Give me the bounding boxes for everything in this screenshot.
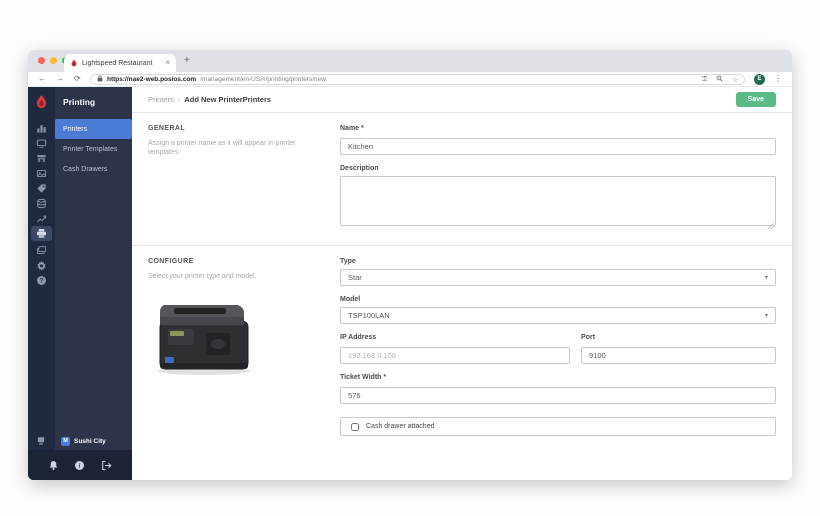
general-section-info: GENERAL Assign a printer name as it will… — [148, 125, 340, 231]
model-select[interactable]: TSP100LAN ▾ — [340, 307, 776, 324]
ticket-width-input[interactable] — [340, 387, 776, 404]
minimize-window-button[interactable] — [50, 57, 57, 64]
reports-bar-chart-icon[interactable] — [36, 123, 47, 134]
general-section-description: Assign a printer name as it will appear … — [148, 140, 296, 157]
sidebar-item-printer-templates[interactable]: Printer Templates — [55, 139, 132, 159]
terminal-icon — [36, 436, 46, 446]
chevron-down-icon: ▾ — [764, 313, 768, 319]
breadcrumb-parent[interactable]: Printers — [148, 95, 174, 104]
ticket-width-label: Ticket Width * — [340, 374, 387, 381]
browser-tab[interactable]: Lightspeed Restaurant × — [64, 54, 176, 72]
svg-text:?: ? — [40, 278, 44, 285]
logout-icon[interactable] — [101, 460, 112, 471]
forward-icon[interactable]: → — [56, 74, 64, 83]
page-header: Printers › Add New PrinterPrinters Save — [132, 87, 792, 113]
info-icon[interactable]: i — [74, 460, 85, 471]
general-section-title: GENERAL — [148, 125, 186, 132]
tag-icon[interactable] — [36, 183, 47, 194]
sidebar-section-title: Printing — [63, 97, 96, 107]
name-input[interactable] — [340, 138, 776, 155]
trend-chart-icon[interactable] — [36, 213, 47, 224]
cash-drawer-label: Cash drawer attached — [366, 423, 435, 430]
printer-icon — [37, 229, 46, 238]
ip-address-input[interactable] — [340, 347, 571, 364]
configure-section-description: Select your printer type and model. — [148, 273, 257, 280]
type-label: Type — [340, 258, 356, 265]
lightspeed-flame-icon — [70, 59, 78, 67]
printer-product-image — [150, 295, 320, 382]
model-label: Model — [340, 296, 361, 303]
layers-icon[interactable] — [36, 245, 47, 256]
configure-section-title: CONFIGURE — [148, 258, 194, 265]
sidebar: ? Printing Printers Printer Templates Ca… — [28, 87, 132, 480]
sidebar-menu: Printers Printer Templates Cash Drawers — [55, 119, 132, 179]
configure-section-info: CONFIGURE Select your printer type and m… — [148, 258, 340, 436]
cash-drawer-option: Cash drawer attached — [340, 417, 776, 436]
sidebar-item-printers[interactable]: Printers — [55, 119, 132, 139]
tab-close-icon[interactable]: × — [165, 59, 170, 67]
sidebar-item-cash-drawers[interactable]: Cash Drawers — [55, 159, 132, 179]
main-content: Printers › Add New PrinterPrinters Save … — [132, 87, 792, 480]
general-section: GENERAL Assign a printer name as it will… — [132, 113, 792, 245]
name-label: Name * — [340, 125, 364, 132]
ip-address-label: IP Address — [340, 334, 377, 341]
lightspeed-logo-icon[interactable] — [34, 94, 49, 114]
zoom-page-icon[interactable] — [716, 75, 723, 84]
breadcrumb-separator-icon: › — [177, 95, 181, 104]
sidebar-bottom-bar: i — [28, 450, 132, 480]
store-icon[interactable] — [36, 153, 47, 164]
description-label: Description — [340, 165, 379, 172]
close-window-button[interactable] — [38, 57, 45, 64]
bookmark-star-icon[interactable]: ☆ — [732, 76, 738, 84]
port-label: Port — [581, 334, 596, 341]
inventory-stack-icon[interactable] — [36, 198, 47, 209]
chevron-down-icon: ▾ — [764, 275, 768, 281]
tab-title: Lightspeed Restaurant — [82, 59, 153, 67]
svg-text:i: i — [79, 462, 81, 469]
password-key-icon[interactable]: ⚿ — [702, 76, 707, 84]
url-path: /management/en-US/#/printing/printers/ne… — [200, 76, 326, 83]
browser-menu-icon[interactable]: ⋮ — [774, 74, 782, 83]
description-input[interactable] — [340, 176, 776, 226]
browser-profile-avatar[interactable]: E — [754, 74, 765, 85]
browser-window: Lightspeed Restaurant × + ← → ⟳ https://… — [28, 50, 792, 480]
image-card-icon[interactable] — [36, 168, 47, 179]
app-root: ? Printing Printers Printer Templates Ca… — [28, 87, 792, 480]
back-icon[interactable]: ← — [38, 74, 46, 83]
new-tab-button[interactable]: + — [184, 55, 190, 66]
location-badge: M — [61, 436, 70, 446]
breadcrumb-current: Add New PrinterPrinters — [184, 95, 272, 104]
browser-toolbar: ← → ⟳ https://nae2-web.posios.com /manag… — [28, 72, 792, 87]
location-name: Sushi City — [74, 437, 106, 445]
model-selected-value: TSP100LAN — [348, 311, 390, 320]
port-input[interactable] — [581, 347, 776, 364]
reload-icon[interactable]: ⟳ — [74, 74, 81, 83]
notifications-bell-icon[interactable] — [48, 460, 59, 471]
type-select[interactable]: Star ▾ — [340, 269, 776, 286]
help-icon[interactable]: ? — [36, 275, 47, 286]
url-host: https://nae2-web.posios.com — [107, 76, 197, 83]
location-switcher[interactable]: M Sushi City — [28, 433, 132, 449]
cash-drawer-checkbox[interactable] — [351, 422, 359, 431]
settings-gear-icon[interactable] — [36, 260, 47, 271]
lock-icon — [97, 75, 103, 84]
save-button[interactable]: Save — [735, 92, 776, 107]
configure-section: CONFIGURE Select your printer type and m… — [132, 245, 792, 450]
type-selected-value: Star — [348, 273, 362, 282]
textarea-resize-handle[interactable] — [768, 223, 774, 229]
browser-tabbar: Lightspeed Restaurant × + — [28, 50, 792, 72]
printing-nav-selected[interactable] — [31, 226, 52, 241]
url-bar[interactable]: https://nae2-web.posios.com /management/… — [90, 74, 745, 85]
pos-device-icon[interactable] — [36, 138, 47, 149]
